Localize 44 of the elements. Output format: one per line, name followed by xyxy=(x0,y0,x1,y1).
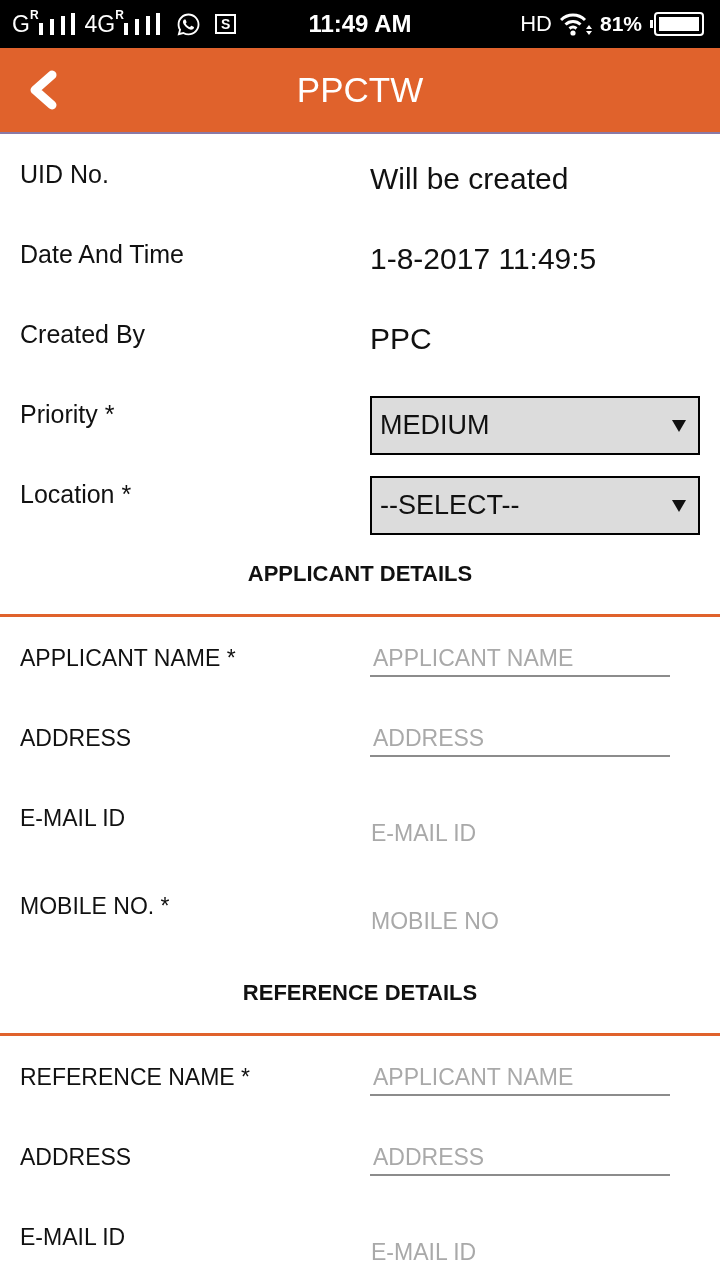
field-label: Location * xyxy=(20,480,132,509)
field-label: E-MAIL ID xyxy=(20,1223,126,1251)
screen-title: PPCTW xyxy=(296,70,424,110)
field-label: E-MAIL ID xyxy=(20,804,126,832)
field-label: REFERENCE NAME * xyxy=(20,1063,251,1091)
text-input-field[interactable]: E-MAIL ID xyxy=(370,816,670,850)
battery-percent: 81% xyxy=(599,11,642,37)
text-input-field[interactable]: ADDRESS xyxy=(370,721,670,757)
field-label: APPLICANT NAME * xyxy=(20,644,236,672)
text-input-field[interactable]: MOBILE NO xyxy=(370,904,670,938)
field-label: MOBILE NO. * xyxy=(20,892,170,920)
chevron-left-icon xyxy=(28,70,58,110)
section-title: REFERENCE DETAILS xyxy=(242,980,478,1006)
text-input-field[interactable]: ADDRESS xyxy=(370,1140,670,1176)
field-label: Priority * xyxy=(20,400,115,429)
section-title: APPLICANT DETAILS xyxy=(247,561,473,587)
wifi-icon xyxy=(559,12,592,36)
field-label: Date And Time xyxy=(20,240,184,269)
screenshot-badge: S xyxy=(214,14,237,34)
text-input-field[interactable]: APPLICANT NAME xyxy=(370,1060,670,1096)
field-label: Created By xyxy=(20,320,146,349)
network-type: 4G xyxy=(84,11,116,37)
field-value: PPC xyxy=(370,322,432,356)
caret-icon xyxy=(672,499,686,512)
signal-icon xyxy=(123,13,160,35)
dropdown[interactable]: MEDIUM xyxy=(370,396,700,455)
back-button[interactable] xyxy=(28,70,58,110)
text-input-field[interactable]: E-MAIL ID xyxy=(370,1235,670,1269)
dropdown[interactable]: --SELECT-- xyxy=(370,476,700,535)
field-value: Will be created xyxy=(370,162,569,196)
field-label: UID No. xyxy=(20,160,109,189)
chat-phone-icon xyxy=(175,11,201,37)
signal-icon xyxy=(38,13,75,35)
roaming-indicator: R xyxy=(115,9,124,22)
hd-label: HD xyxy=(520,11,552,37)
roaming-indicator: R xyxy=(29,9,39,22)
field-label: ADDRESS xyxy=(20,1143,132,1171)
caret-icon xyxy=(672,419,686,432)
field-label: ADDRESS xyxy=(20,724,132,752)
status-time: 11:49 AM xyxy=(308,10,412,38)
field-value: 1-8-2017 11:49:5 xyxy=(370,242,597,276)
battery-icon xyxy=(650,12,704,36)
text-input-field[interactable]: APPLICANT NAME xyxy=(370,641,670,677)
network-type: G xyxy=(12,11,30,37)
